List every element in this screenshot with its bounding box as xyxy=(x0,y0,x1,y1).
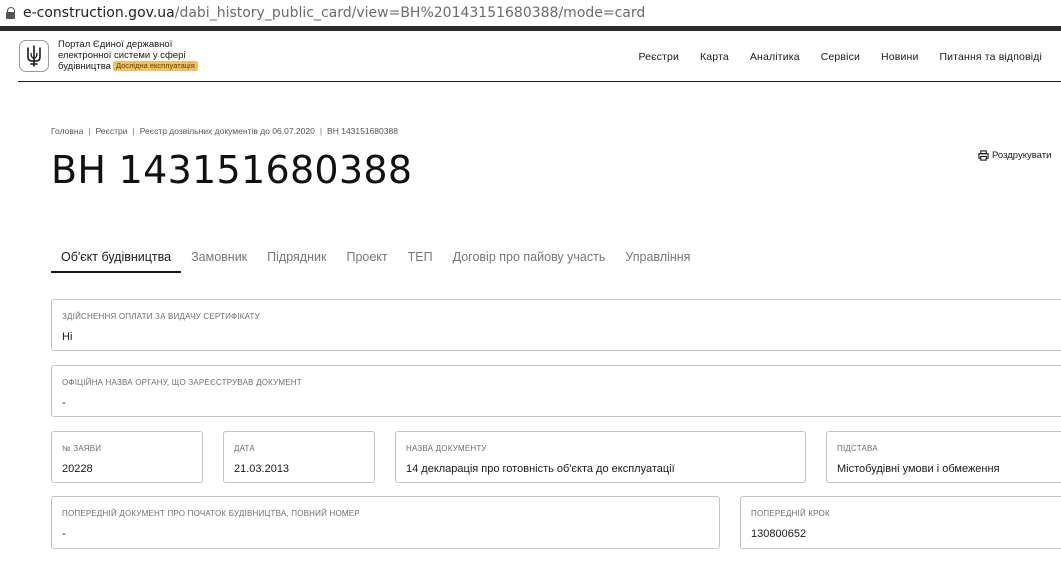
site-header: Портал Єдиної державної електронної сист… xyxy=(18,31,1061,82)
print-button[interactable]: Роздрукувати xyxy=(978,150,1051,161)
breadcrumb-separator: | xyxy=(88,126,91,136)
breadcrumb-separator: | xyxy=(319,126,323,136)
field-value: 130800652 xyxy=(751,528,807,540)
tab-project[interactable]: Проект xyxy=(336,250,397,273)
beta-badge: Дослідна експлуатація xyxy=(112,61,198,71)
nav-item-services[interactable]: Сервіси xyxy=(821,51,860,63)
breadcrumb-item-registers[interactable]: Реєстри xyxy=(96,126,128,136)
nav-item-analytics[interactable]: Аналітика xyxy=(750,51,800,63)
tab-bar: Об'єкт будівництва Замовник Підрядник Пр… xyxy=(51,250,700,273)
field-value: - xyxy=(62,397,66,409)
tab-customer[interactable]: Замовник xyxy=(181,250,257,273)
url-path: /dabi_history_public_card/view=ВН%201431… xyxy=(174,5,646,21)
tab-equity-agreement[interactable]: Договір про пайову участь xyxy=(443,250,616,273)
portal-title-line: будівництва xyxy=(58,61,111,72)
breadcrumb-item-current: ВН 143151680388 xyxy=(327,126,398,136)
field-label: Офіційна назва органу, що зареєстрував д… xyxy=(62,378,302,387)
field-value: 21.03.2013 xyxy=(234,463,290,475)
field-label: Дата xyxy=(234,444,255,453)
printer-icon xyxy=(978,150,989,161)
field-label: Попередній крок xyxy=(751,509,830,518)
portal-title-line: електронної системи у сфері xyxy=(58,49,186,61)
field-label: № заяви xyxy=(62,444,102,453)
print-label: Роздрукувати xyxy=(992,150,1052,161)
field-value: 14 декларація про готовність об'єкта до … xyxy=(406,463,675,475)
tab-management[interactable]: Управління xyxy=(615,250,700,273)
nav-item-registers[interactable]: Реєстри xyxy=(638,51,679,63)
tab-contractor[interactable]: Підрядник xyxy=(257,250,336,273)
field-previous-document: Попередній документ про початок будівниц… xyxy=(51,496,720,549)
browser-address-bar[interactable]: e-construction.gov.ua/dabi_history_publi… xyxy=(0,0,1061,26)
field-label: Здійснення оплати за видачу сертифікату xyxy=(62,312,260,321)
field-previous-step: Попередній крок 130800652 xyxy=(740,496,1061,549)
field-value: Ні xyxy=(62,331,73,343)
field-value: 20228 xyxy=(62,463,93,475)
lock-icon xyxy=(6,6,16,20)
nav-item-news[interactable]: Новини xyxy=(881,51,918,63)
field-label: Попередній документ про початок будівниц… xyxy=(62,509,360,518)
field-authority: Офіційна назва органу, що зареєстрував д… xyxy=(51,365,1061,417)
main-nav: Реєстри Карта Аналітика Сервіси Новини П… xyxy=(617,51,1042,63)
field-label: Назва документу xyxy=(406,444,487,453)
tab-construction-object[interactable]: Об'єкт будівництва xyxy=(51,250,182,273)
field-payment: Здійснення оплати за видачу сертифікату … xyxy=(51,299,1061,351)
breadcrumb-item-registry[interactable]: Реєстр дозвільних документів до 06.07.20… xyxy=(140,126,315,136)
nav-item-map[interactable]: Карта xyxy=(700,51,729,63)
field-date: Дата 21.03.2013 xyxy=(223,431,375,483)
field-document-name: Назва документу 14 декларація про готовн… xyxy=(395,431,806,483)
field-label: Підстава xyxy=(837,444,878,453)
trident-logo-icon[interactable] xyxy=(19,40,49,72)
breadcrumb: Головна | Реєстри | Реєстр дозвільних докуме… xyxy=(51,126,398,136)
page-title: ВН 143151680388 xyxy=(51,148,413,192)
breadcrumb-separator: | xyxy=(132,126,135,136)
nav-item-faq[interactable]: Питання та відповіді xyxy=(939,51,1042,63)
portal-title[interactable]: Портал Єдиної державної електронної сист… xyxy=(58,39,198,73)
tab-tep[interactable]: ТЕП xyxy=(398,250,443,273)
breadcrumb-item-home[interactable]: Головна xyxy=(51,126,83,136)
url-text[interactable]: e-construction.gov.ua/dabi_history_publi… xyxy=(23,5,645,21)
url-host: e-construction.gov.ua xyxy=(23,5,175,21)
field-application-number: № заяви 20228 xyxy=(51,431,203,483)
field-basis: Підстава Містобудівні умови і обмеження xyxy=(826,431,1061,483)
portal-title-line: Портал Єдиної державної xyxy=(58,39,173,50)
field-value: - xyxy=(62,528,66,540)
field-value: Містобудівні умови і обмеження xyxy=(837,463,1000,475)
